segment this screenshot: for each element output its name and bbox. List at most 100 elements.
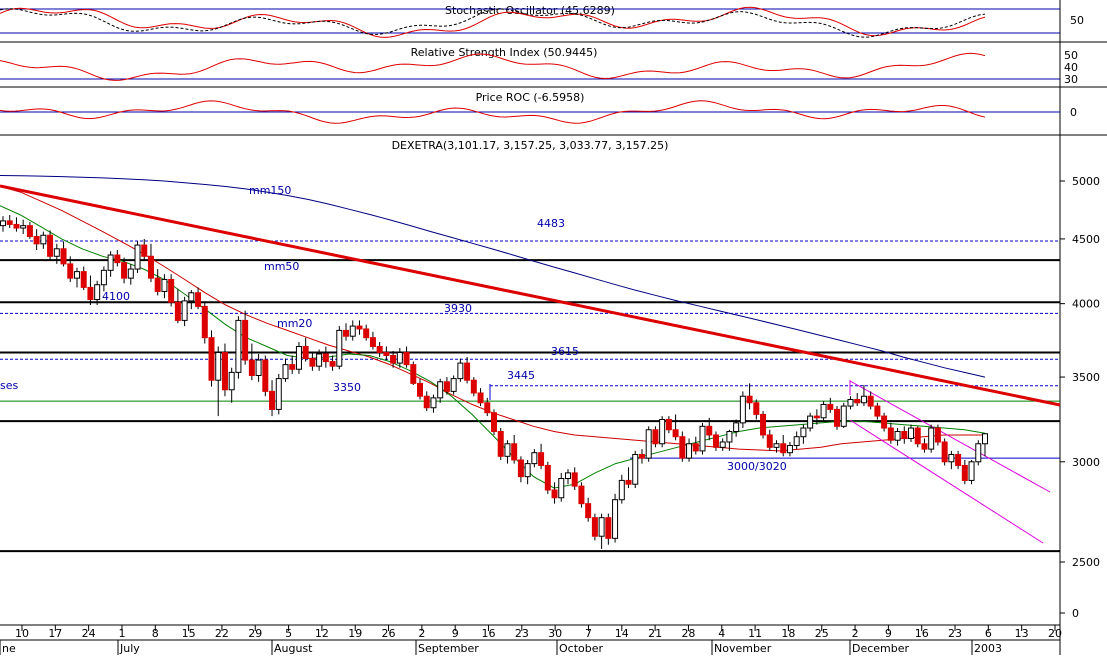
x-axis-day-label: 11 <box>748 627 762 640</box>
candle-body <box>638 454 645 459</box>
candle-body <box>309 358 316 367</box>
candle-body <box>813 415 820 419</box>
candle-body <box>161 278 168 292</box>
level-3350-label: 3350 <box>333 381 361 394</box>
x-axis-day-label: 14 <box>615 627 629 640</box>
candle-body <box>47 234 54 257</box>
candle-body <box>827 403 834 410</box>
candle-body <box>840 405 847 427</box>
x-axis-month-label: July <box>119 642 140 655</box>
candle-body <box>423 395 430 409</box>
candle-body <box>343 329 350 337</box>
candle-body <box>887 427 894 441</box>
candle-body <box>625 479 632 485</box>
candle-body <box>517 459 524 478</box>
x-axis-day-label: 23 <box>515 627 529 640</box>
price-axis-label: 3000 <box>1072 456 1100 469</box>
x-axis-month-label: November <box>714 642 772 655</box>
candle-body <box>578 485 585 505</box>
x-axis-day-label: 1 <box>118 627 125 640</box>
level-4100-label: 4100 <box>102 290 130 303</box>
x-axis-day-label: 5 <box>285 627 292 640</box>
roc-title: Price ROC (-6.5958) <box>476 91 585 104</box>
x-axis-day-label: 13 <box>1015 627 1029 640</box>
x-axis-day-label: 24 <box>82 627 96 640</box>
mm150-label: mm150 <box>249 184 291 197</box>
candle-body <box>464 362 471 381</box>
x-axis-day-label: 19 <box>348 627 362 640</box>
candle-body <box>874 405 881 417</box>
candle-body <box>376 346 383 353</box>
candle-body <box>733 422 740 432</box>
candle-body <box>0 220 6 227</box>
candle-body <box>208 337 215 381</box>
candle-body <box>719 441 726 448</box>
candle-body <box>60 248 67 265</box>
candle-body <box>275 378 282 410</box>
x-axis-month-label: ne <box>2 642 16 655</box>
x-axis-day-label: 20 <box>1048 627 1062 640</box>
candle-body <box>807 415 814 429</box>
price-axis-label: 3500 <box>1072 371 1100 384</box>
candle-body <box>100 269 107 286</box>
candle-body <box>652 429 659 445</box>
x-axis-month-label: August <box>274 642 313 655</box>
candle-body <box>336 329 343 367</box>
candle-body <box>793 436 800 447</box>
candle-body <box>289 364 296 370</box>
candle-body <box>712 434 719 448</box>
price-axis-label: 2500 <box>1072 556 1100 569</box>
candle-body <box>975 443 982 463</box>
candle-body <box>585 503 592 519</box>
candle-body <box>531 452 538 465</box>
stochastic-tick-50: 50 <box>1070 14 1084 27</box>
candle-body <box>632 454 639 485</box>
x-axis-day-label: 16 <box>482 627 496 640</box>
x-axis-day-label: 2 <box>852 627 859 640</box>
candle-body <box>107 254 114 271</box>
candle-body <box>188 292 195 302</box>
candle-body <box>982 433 988 445</box>
candle-body <box>598 517 605 537</box>
candle-body <box>390 354 397 364</box>
candle-body <box>215 351 222 381</box>
candle-body <box>921 443 928 450</box>
candle-body <box>726 430 733 443</box>
candle-body <box>894 430 901 441</box>
x-axis-day-label: 12 <box>315 627 329 640</box>
level-4483-label: 4483 <box>537 217 565 230</box>
candle-body <box>766 434 773 448</box>
candle-body <box>605 517 612 539</box>
candle-body <box>968 461 975 481</box>
candle-body <box>221 351 228 391</box>
x-axis-day-label: 26 <box>382 627 396 640</box>
candle-body <box>800 427 807 438</box>
candle-body <box>195 292 202 307</box>
candle-body <box>80 271 87 288</box>
level-3615-label: 3615 <box>551 345 579 358</box>
candle-body <box>901 430 908 439</box>
candle-body <box>753 402 760 415</box>
candle-body <box>672 429 679 438</box>
candle-body <box>511 443 518 461</box>
candle-body <box>26 225 33 237</box>
x-axis-day-label: 15 <box>182 627 196 640</box>
candle-body <box>121 262 128 279</box>
level-3000-label: 3000/3020 <box>727 460 787 473</box>
x-axis-day-label: 4 <box>718 627 725 640</box>
x-axis-day-label: 23 <box>948 627 962 640</box>
x-axis-day-label: 30 <box>548 627 562 640</box>
candle-body <box>329 361 336 367</box>
candle-body <box>168 278 175 303</box>
candle-body <box>437 381 444 399</box>
candle-body <box>612 499 619 539</box>
candle-body <box>87 286 94 301</box>
candle-body <box>363 328 370 339</box>
candle-body <box>410 364 417 384</box>
main-chart-title: DEXETRA(3,101.17, 3,157.25, 3,033.77, 3,… <box>392 139 669 152</box>
left-edge-label: ses <box>0 379 18 392</box>
x-axis-day-label: 16 <box>915 627 929 640</box>
candle-body <box>316 353 323 367</box>
candle-body <box>679 436 686 459</box>
x-axis-month-label: December <box>852 642 910 655</box>
